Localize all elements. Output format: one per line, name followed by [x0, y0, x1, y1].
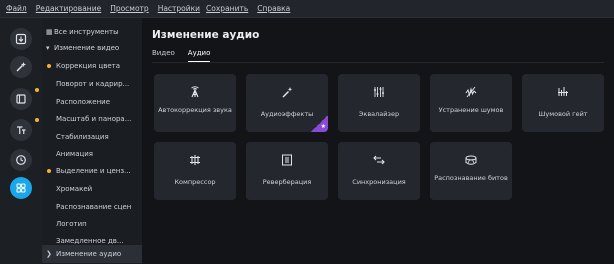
menu-save[interactable]: Сохранить — [206, 4, 248, 13]
equalizer-icon — [374, 87, 384, 97]
tool-color-correction[interactable]: Коррекция цвета — [42, 57, 142, 75]
import-icon — [15, 33, 27, 45]
tool-stabilization[interactable]: Стабилизация — [42, 128, 142, 146]
effects-button[interactable] — [10, 56, 32, 78]
menu-help[interactable]: Справка — [257, 4, 290, 13]
card-noise-removal[interactable]: Устранение шумов — [430, 74, 512, 132]
tool-animation[interactable]: Анимация — [42, 145, 142, 163]
tool-scene-detection[interactable]: Распознавание сцен — [42, 198, 142, 216]
tool-position[interactable]: Расположение — [42, 93, 142, 111]
text-icon — [17, 126, 26, 134]
compressor-icon — [190, 155, 200, 165]
page-title: Изменение аудио — [152, 29, 260, 41]
drum-icon — [465, 155, 477, 165]
card-equalizer[interactable]: Эквалайзер — [338, 74, 420, 132]
tab-video[interactable]: Видео — [152, 49, 175, 62]
tool-highlight-censor[interactable]: Выделение и ценз... — [42, 162, 142, 180]
tool-pan-zoom[interactable]: Масштаб и панора... — [42, 110, 142, 128]
menu-settings[interactable]: Настройки — [158, 4, 200, 13]
tool-rotate-crop[interactable]: Поворот и кадрир... — [42, 75, 142, 93]
crop-icon — [16, 94, 26, 104]
card-sync[interactable]: Синхронизация — [338, 142, 420, 200]
new-badge-dot — [35, 88, 39, 92]
menu-edit[interactable]: Редактирование — [36, 4, 101, 13]
chevron-down-icon: ▾ — [46, 44, 50, 52]
titles-button[interactable] — [10, 119, 32, 141]
tools-panel: ▦ Все инструменты ▾ Изменение видео Корр… — [42, 18, 142, 264]
tab-audio[interactable]: Аудио — [187, 49, 211, 62]
card-beat-detection[interactable]: Распознавание битов — [430, 142, 512, 200]
antenna-icon — [191, 86, 199, 98]
video-edit-group[interactable]: ▾ Изменение видео — [42, 39, 142, 57]
card-compressor[interactable]: Компрессор — [154, 142, 236, 200]
import-button[interactable] — [10, 28, 32, 50]
apps-icon — [16, 183, 26, 193]
crop-button[interactable] — [10, 88, 32, 110]
menu-bar: Файл Редактирование Просмотр Настройки С… — [0, 0, 614, 18]
chevron-right-icon: ❯ — [46, 250, 52, 258]
tool-rail — [0, 18, 42, 264]
tool-audio-edit[interactable]: ❯ Изменение аудио — [42, 245, 142, 263]
noise-gate-icon — [558, 87, 568, 96]
card-auto-correction[interactable]: Автокоррекция звука — [154, 74, 236, 132]
new-badge-dot — [35, 118, 39, 122]
magic-wand-icon — [16, 62, 26, 72]
star-icon: ★ — [320, 123, 326, 130]
card-audio-effects[interactable]: Аудиоэффекты ★ — [246, 74, 328, 132]
menu-file[interactable]: Файл — [6, 4, 27, 13]
clock-icon — [16, 155, 26, 165]
tool-chroma-key[interactable]: Хромакей — [42, 180, 142, 198]
new-badge-dot — [47, 169, 51, 173]
tab-bar: Видео Аудио — [152, 49, 223, 62]
transitions-button[interactable] — [10, 149, 32, 171]
reverb-icon — [282, 154, 292, 166]
menu-view[interactable]: Просмотр — [110, 4, 149, 13]
sync-icon — [373, 155, 385, 165]
main-panel: Изменение аудио Видео Аудио Автокоррекци… — [142, 18, 614, 264]
new-badge-dot — [47, 64, 51, 68]
card-noise-gate[interactable]: Шумовой гейт — [522, 74, 604, 132]
divider — [152, 62, 604, 63]
card-reverb[interactable]: Реверберация — [246, 142, 328, 200]
noise-removal-icon — [465, 86, 477, 98]
more-tools-button[interactable] — [10, 177, 32, 199]
magic-wand-icon — [282, 87, 293, 98]
tool-logo[interactable]: Логотип — [42, 215, 142, 233]
grid-icon: ▦ — [46, 28, 53, 36]
